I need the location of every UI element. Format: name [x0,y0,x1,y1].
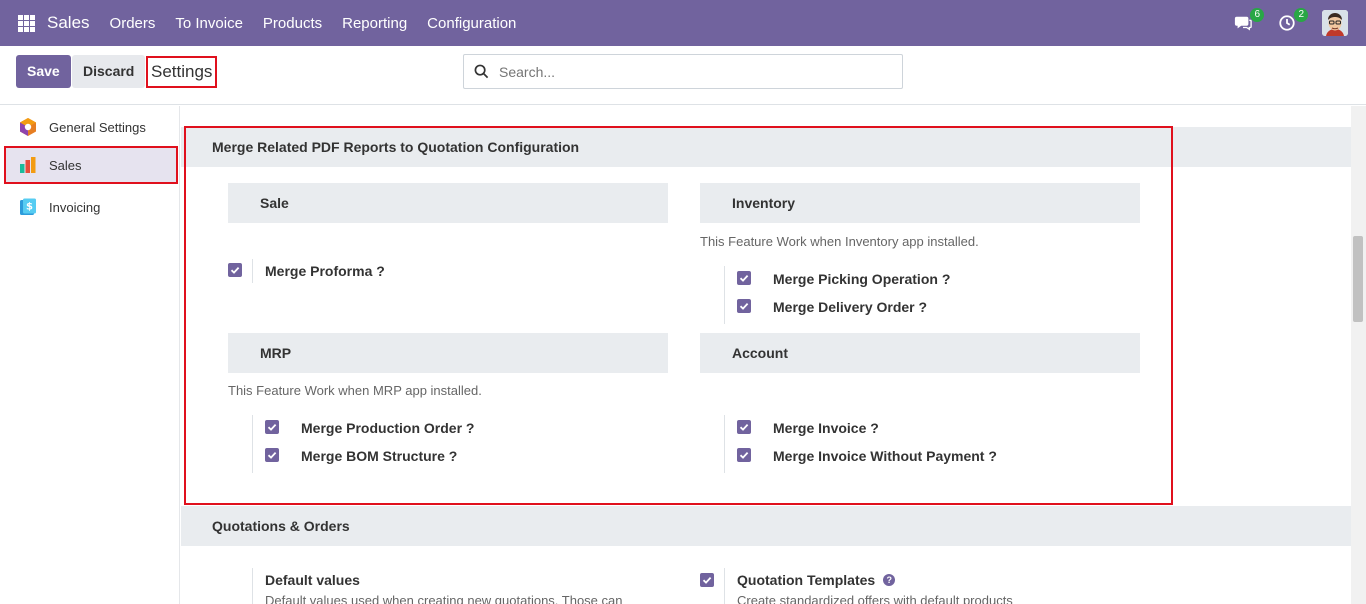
vertical-divider [724,266,725,324]
sidebar-item-invoicing[interactable]: $ Invoicing [4,188,178,226]
account-subheader: Account [700,333,1140,373]
top-navbar: Sales Orders To Invoice Products Reporti… [0,0,1366,46]
messages-icon[interactable]: 6 [1230,8,1264,36]
control-panel: Save Discard Settings [0,46,1366,105]
merge-invoice-option[interactable] [737,420,751,434]
discard-button[interactable]: Discard [72,55,146,88]
search-icon [474,64,489,79]
merge-production-order-label: Merge Production Order ? [301,420,475,436]
vertical-divider [252,568,253,604]
menu-products[interactable]: Products [253,15,332,32]
page-title: Settings [146,56,218,88]
menu-orders[interactable]: Orders [100,15,166,32]
messages-badge: 6 [1250,8,1264,22]
sidebar-item-sales[interactable]: Sales [4,146,178,184]
apps-grid-icon[interactable] [18,14,35,32]
sidebar-item-label: General Settings [49,119,146,135]
quotation-templates-option[interactable] [700,573,714,587]
merge-invoice-without-payment-option[interactable] [737,448,751,462]
menu-to-invoice[interactable]: To Invoice [165,15,253,32]
merge-proforma-option[interactable] [228,263,242,277]
vertical-divider [252,415,253,473]
vertical-divider [252,259,253,283]
settings-sidebar: General Settings Sales $ Invoicing [0,106,180,604]
search-box[interactable] [463,54,903,89]
sidebar-item-label: Sales [49,157,82,173]
settings-main: Merge Related PDF Reports to Quotation C… [181,106,1351,604]
menu-reporting[interactable]: Reporting [332,15,417,32]
sidebar-item-general-settings[interactable]: General Settings [4,108,178,146]
app-brand[interactable]: Sales [47,13,90,33]
sales-icon [18,155,38,175]
save-button[interactable]: Save [16,55,71,88]
activities-badge: 2 [1294,8,1308,22]
merge-picking-operation-checkbox[interactable] [737,271,751,285]
inventory-subheader: Inventory [700,183,1140,223]
merge-bom-structure-option[interactable] [265,448,279,462]
merge-invoice-without-payment-checkbox[interactable] [737,448,751,462]
menu-configuration[interactable]: Configuration [417,15,526,32]
merge-invoice-checkbox[interactable] [737,420,751,434]
quotation-templates-row: Quotation Templates ? [737,572,896,588]
quotation-templates-description: Create standardized offers with default … [737,593,1013,604]
vertical-divider [724,568,725,604]
activities-clock-icon[interactable]: 2 [1274,8,1308,36]
mrp-hint: This Feature Work when MRP app installed… [228,383,482,398]
merge-invoice-label: Merge Invoice ? [773,420,879,436]
general-settings-icon [18,117,38,137]
quotations-section-header: Quotations & Orders [181,506,1351,546]
merge-delivery-order-checkbox[interactable] [737,299,751,313]
default-values-description: Default values used when creating new qu… [265,593,623,604]
merge-picking-operation-option[interactable] [737,271,751,285]
vertical-divider [724,415,725,473]
merge-production-order-checkbox[interactable] [265,420,279,434]
navbar-systray: 6 2 [1212,0,1348,46]
merge-bom-structure-checkbox[interactable] [265,448,279,462]
search-input[interactable] [499,63,902,80]
scrollbar-thumb[interactable] [1353,236,1363,322]
quotation-templates-checkbox[interactable] [700,573,714,587]
merge-section-header: Merge Related PDF Reports to Quotation C… [181,127,1351,167]
merge-picking-operation-label: Merge Picking Operation ? [773,271,951,287]
merge-bom-structure-label: Merge BOM Structure ? [301,448,458,464]
svg-text:$: $ [26,202,33,213]
merge-proforma-label: Merge Proforma ? [265,263,385,279]
merge-delivery-order-option[interactable] [737,299,751,313]
sale-subheader: Sale [228,183,668,223]
merge-delivery-order-label: Merge Delivery Order ? [773,299,928,315]
default-values-label: Default values [265,572,360,588]
page-scrollbar[interactable] [1351,106,1366,604]
invoicing-icon: $ [18,197,38,217]
merge-proforma-checkbox[interactable] [228,263,242,277]
sidebar-item-label: Invoicing [49,199,101,215]
mrp-subheader: MRP [228,333,668,373]
merge-invoice-without-payment-label: Merge Invoice Without Payment ? [773,448,997,464]
user-avatar[interactable] [1322,10,1348,36]
help-icon[interactable]: ? [883,574,896,586]
quotation-templates-label: Quotation Templates [737,572,876,588]
merge-production-order-option[interactable] [265,420,279,434]
inventory-hint: This Feature Work when Inventory app ins… [700,234,979,249]
